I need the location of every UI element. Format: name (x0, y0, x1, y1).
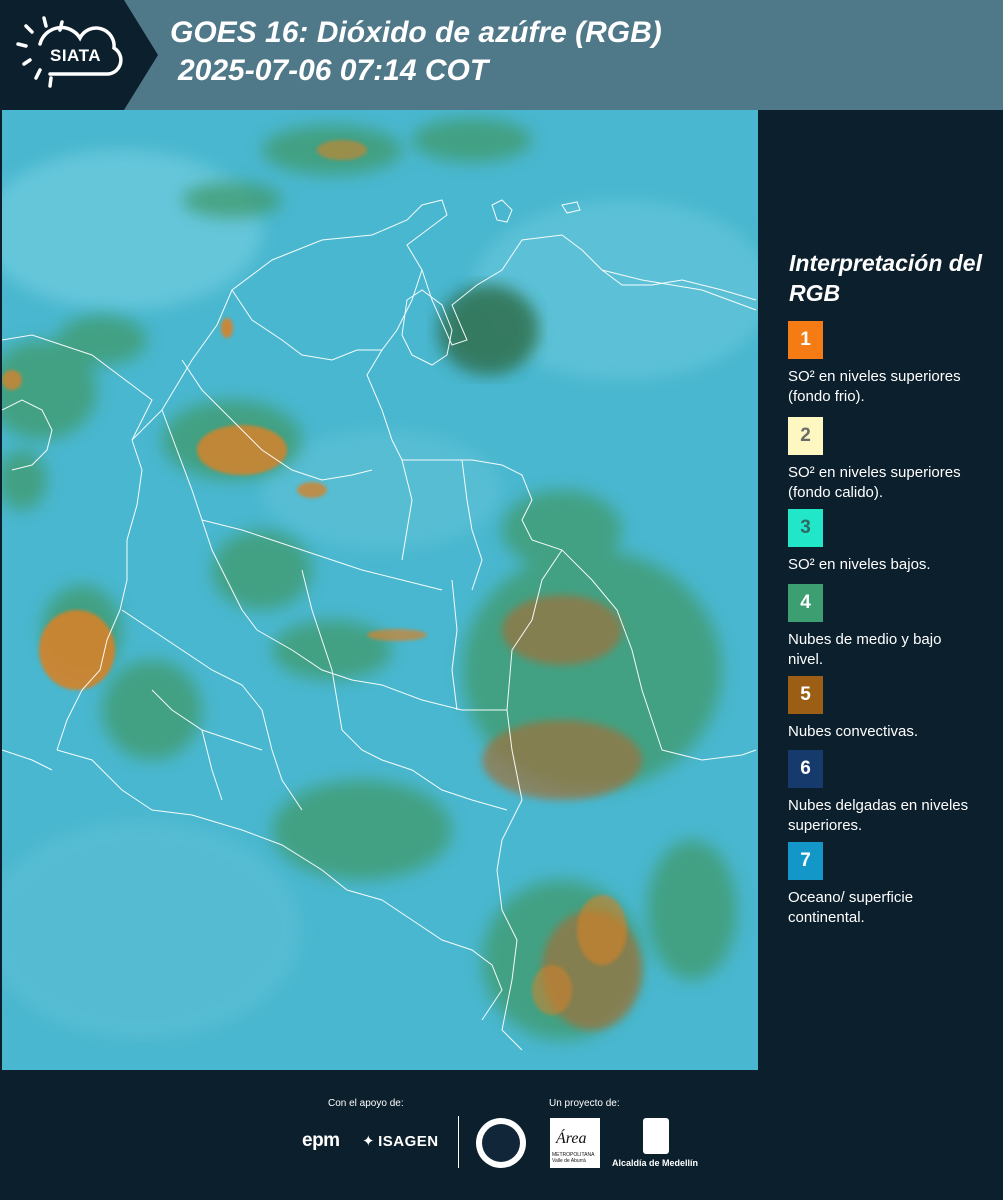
isagen-mark-icon: ✦ (362, 1133, 376, 1150)
area-subtext: METROPOLITANA Valle de Aburrá (552, 1152, 595, 1164)
page-title: GOES 16: Dióxido de azúfre (RGB) 2025-07… (170, 14, 662, 90)
swatch-5: 5 (788, 676, 823, 714)
alcaldia-shield-icon (643, 1118, 669, 1154)
swatch-number: 5 (800, 684, 811, 705)
legend-panel: Interpretación del RGB 1 SO² en niveles … (760, 110, 1003, 1070)
legend-item-6: 6 Nubes delgadas en niveles superiores. (788, 750, 998, 836)
map-image (2, 110, 758, 1070)
legend-label: Nubes convectivas. (788, 723, 919, 740)
swatch-number: 3 (800, 517, 811, 538)
support-label: Con el apoyo de: (328, 1098, 404, 1109)
legend-item-3: 3 SO² en niveles bajos. (788, 509, 998, 575)
swatch-number: 1 (800, 329, 811, 350)
swatch-number: 2 (800, 425, 811, 446)
swatch-6: 6 (788, 750, 823, 788)
logo-text: SIATA (50, 46, 101, 65)
isagen-text: ISAGEN (378, 1133, 439, 1150)
area-metropolitana-logo: Área METROPOLITANA Valle de Aburrá (550, 1118, 600, 1168)
legend-label: Nubes de medio y bajo nivel. (788, 631, 942, 668)
legend-item-5: 5 Nubes convectivas. (788, 676, 998, 742)
legend-label: SO² en niveles bajos. (788, 556, 931, 573)
swatch-1: 1 (788, 321, 823, 359)
swatch-number: 6 (800, 758, 811, 779)
legend-label: Oceano/ superficie continental. (788, 889, 914, 926)
swatch-2: 2 (788, 417, 823, 455)
legend-item-7: 7 Oceano/ superficie continental. (788, 842, 998, 928)
alcaldia-text: Alcaldía de Medellín (612, 1158, 699, 1168)
area-text: Área (556, 1130, 587, 1147)
title-product: GOES 16: Dióxido de azúfre (RGB) (170, 16, 662, 49)
epm-logo: epm (302, 1130, 340, 1151)
legend-item-2: 2 SO² en niveles superiores (fondo calid… (788, 417, 998, 503)
legend-label: SO² en niveles superiores (fondo frio). (788, 368, 961, 405)
title-datetime: 2025-07-06 07:14 COT (178, 54, 489, 87)
footer-divider (458, 1116, 459, 1168)
satellite-map (2, 110, 758, 1070)
legend-label: Nubes delgadas en niveles superiores. (788, 797, 969, 834)
footer: Con el apoyo de: Un proyecto de: epm ✦ IS… (0, 1070, 1003, 1200)
swatch-7: 7 (788, 842, 823, 880)
legend-item-1: 1 SO² en niveles superiores (fondo frio)… (788, 321, 998, 407)
isagen-logo: ✦ ISAGEN (362, 1132, 439, 1150)
legend-label: SO² en niveles superiores (fondo calido)… (788, 464, 961, 501)
project-label: Un proyecto de: (549, 1098, 620, 1109)
swatch-number: 7 (800, 850, 811, 871)
header-bar: SIATA GOES 16: Dióxido de azúfre (RGB) 2… (0, 0, 1003, 110)
swatch-4: 4 (788, 584, 823, 622)
swatch-number: 4 (800, 592, 811, 613)
legend-item-4: 4 Nubes de medio y bajo nivel. (788, 584, 998, 670)
siata-logo: SIATA (0, 0, 158, 110)
swatch-3: 3 (788, 509, 823, 547)
medellin-seal-icon (476, 1118, 526, 1168)
legend-title: Interpretación del RGB (789, 250, 982, 306)
